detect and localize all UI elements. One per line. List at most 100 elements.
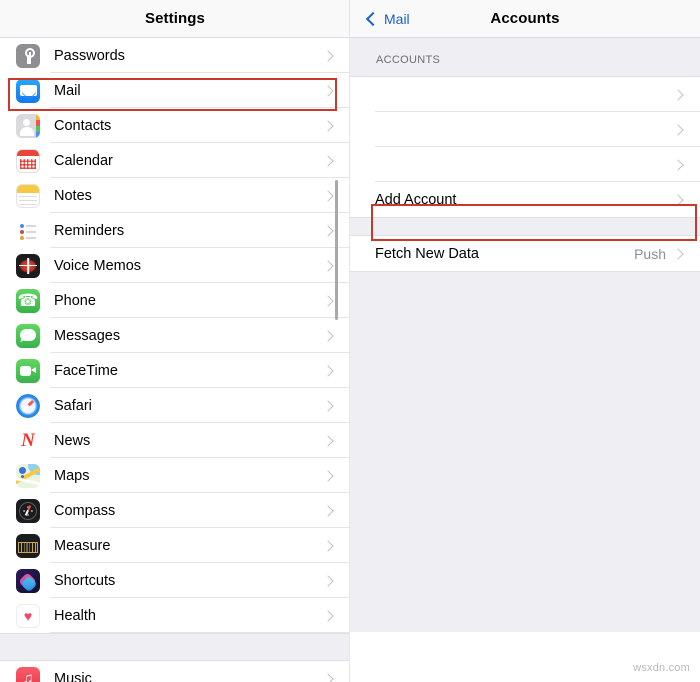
sidebar-item-label: Measure xyxy=(54,537,111,554)
settings-list: Passwords Mail Contacts Calendar Notes R… xyxy=(0,38,350,682)
chevron-right-icon xyxy=(322,259,334,272)
reminders-icon xyxy=(16,218,40,243)
shortcuts-icon xyxy=(16,568,40,593)
chevron-right-icon xyxy=(322,469,334,482)
chevron-right-icon xyxy=(322,154,334,167)
chevron-right-icon xyxy=(322,399,334,412)
chevron-right-icon xyxy=(322,574,334,587)
sidebar-item-facetime[interactable]: FaceTime xyxy=(0,353,350,388)
sidebar-item-passwords[interactable]: Passwords xyxy=(0,38,350,73)
chevron-right-icon xyxy=(322,189,334,202)
sidebar-item-label: Voice Memos xyxy=(54,257,142,274)
passwords-icon xyxy=(16,43,40,68)
sidebar-item-label: FaceTime xyxy=(54,362,118,379)
music-icon xyxy=(16,666,40,682)
sidebar-item-voice-memos[interactable]: Voice Memos xyxy=(0,248,350,283)
facetime-icon xyxy=(16,358,40,383)
chevron-right-icon xyxy=(322,329,334,342)
account-row-1[interactable] xyxy=(350,77,700,112)
sidebar-item-label: Notes xyxy=(54,187,92,204)
chevron-right-icon xyxy=(322,84,334,97)
watermark: wsxdn.com xyxy=(633,662,690,674)
settings-list-scrollbar[interactable] xyxy=(335,180,338,320)
chevron-right-icon xyxy=(322,364,334,377)
sidebar-item-label: Reminders xyxy=(54,222,125,239)
chevron-right-icon xyxy=(672,123,684,136)
sidebar-item-phone[interactable]: Phone xyxy=(0,283,350,318)
add-account-label: Add Account xyxy=(375,191,457,208)
screens-divider xyxy=(349,0,350,682)
chevron-right-icon xyxy=(322,539,334,552)
back-button-label: Mail xyxy=(384,10,410,27)
chevron-right-icon xyxy=(322,434,334,447)
news-icon xyxy=(16,428,40,453)
settings-navbar: Settings xyxy=(0,0,350,38)
fetch-new-data-label: Fetch New Data xyxy=(375,245,479,262)
sidebar-item-calendar[interactable]: Calendar xyxy=(0,143,350,178)
accounts-background-filler xyxy=(350,271,700,632)
chevron-right-icon xyxy=(672,88,684,101)
sidebar-item-safari[interactable]: Safari xyxy=(0,388,350,423)
sidebar-item-label: Maps xyxy=(54,467,90,484)
chevron-right-icon xyxy=(672,247,684,260)
add-account-row[interactable]: Add Account xyxy=(350,182,700,217)
chevron-right-icon xyxy=(322,609,334,622)
back-button[interactable]: Mail xyxy=(365,10,410,27)
contacts-icon xyxy=(16,113,40,138)
calendar-icon xyxy=(16,148,40,173)
health-icon xyxy=(16,603,40,628)
sidebar-item-mail[interactable]: Mail xyxy=(0,73,350,108)
compass-icon xyxy=(16,498,40,523)
sidebar-item-music[interactable]: Music xyxy=(0,661,350,682)
sidebar-item-label: Shortcuts xyxy=(54,572,116,589)
sidebar-item-news[interactable]: News xyxy=(0,423,350,458)
sidebar-item-maps[interactable]: Maps xyxy=(0,458,350,493)
sidebar-item-reminders[interactable]: Reminders xyxy=(0,213,350,248)
sidebar-item-label: Mail xyxy=(54,82,81,99)
sidebar-item-label: Compass xyxy=(54,502,116,519)
row-separator xyxy=(50,632,350,633)
mail-icon xyxy=(16,78,40,103)
sidebar-item-health[interactable]: Health xyxy=(0,598,350,633)
sidebar-item-label: Messages xyxy=(54,327,121,344)
chevron-right-icon xyxy=(672,193,684,206)
account-row-2[interactable] xyxy=(350,112,700,147)
fetch-new-data-value: Push xyxy=(634,245,666,262)
sidebar-item-messages[interactable]: Messages xyxy=(0,318,350,353)
sidebar-item-label: Calendar xyxy=(54,152,113,169)
measure-icon xyxy=(16,533,40,558)
phone-icon xyxy=(16,288,40,313)
chevron-right-icon xyxy=(322,49,334,62)
accounts-navbar: Mail Accounts xyxy=(350,0,700,38)
safari-icon xyxy=(16,393,40,418)
sidebar-item-label: News xyxy=(54,432,91,449)
sidebar-item-notes[interactable]: Notes xyxy=(0,178,350,213)
page-title: Settings xyxy=(145,10,205,27)
sidebar-item-label: Health xyxy=(54,607,96,624)
account-row-3[interactable] xyxy=(350,147,700,182)
page-title: Accounts xyxy=(490,10,560,27)
sidebar-item-label: Safari xyxy=(54,397,92,414)
fetch-new-data-row[interactable]: Fetch New Data Push xyxy=(350,236,700,271)
sidebar-item-shortcuts[interactable]: Shortcuts xyxy=(0,563,350,598)
notes-icon xyxy=(16,183,40,208)
sidebar-item-label: Contacts xyxy=(54,117,112,134)
chevron-left-icon xyxy=(365,11,381,26)
chevron-right-icon xyxy=(322,672,334,682)
chevron-right-icon xyxy=(322,224,334,237)
messages-icon xyxy=(16,323,40,348)
sidebar-item-contacts[interactable]: Contacts xyxy=(0,108,350,143)
sidebar-item-measure[interactable]: Measure xyxy=(0,528,350,563)
sidebar-item-label: Phone xyxy=(54,292,96,309)
list-group-separator xyxy=(0,633,350,661)
list-group-separator xyxy=(350,217,700,236)
chevron-right-icon xyxy=(322,119,334,132)
settings-screen: Settings Passwords Mail Contacts Calenda… xyxy=(0,0,350,682)
maps-icon xyxy=(16,463,40,488)
sidebar-item-label: Music xyxy=(54,670,92,682)
sidebar-item-label: Passwords xyxy=(54,47,125,64)
chevron-right-icon xyxy=(322,294,334,307)
sidebar-item-compass[interactable]: Compass xyxy=(0,493,350,528)
voice-memos-icon xyxy=(16,253,40,278)
chevron-right-icon xyxy=(322,504,334,517)
